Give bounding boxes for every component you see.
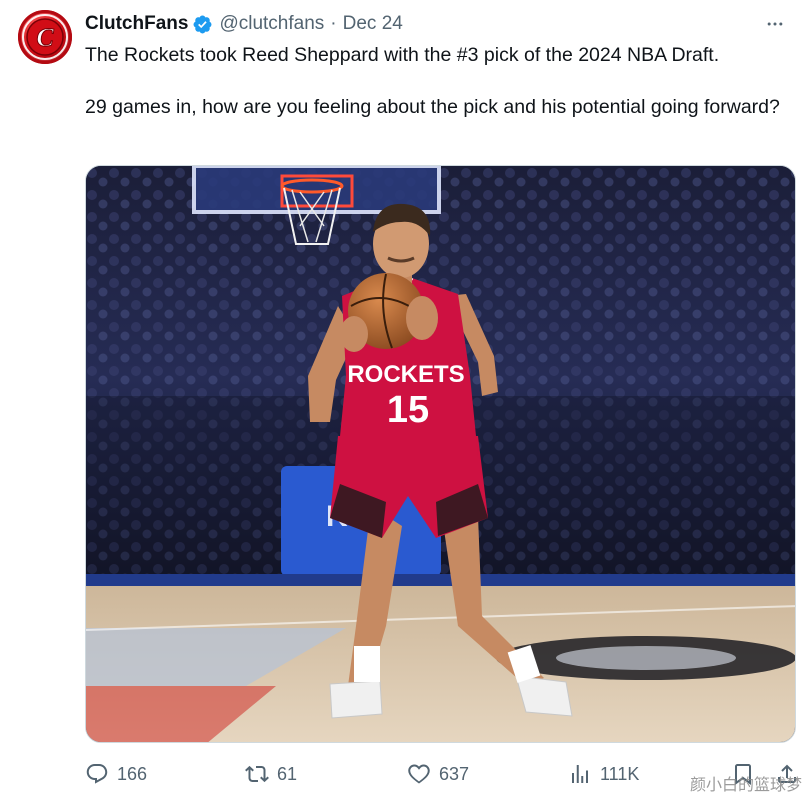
watermark-text: 颜小白的篮球梦 [689, 775, 802, 794]
svg-text:C: C [36, 23, 54, 52]
more-options-icon[interactable] [758, 12, 792, 36]
tweet-text-line-1: The Rockets took Reed Sheppard with the … [85, 44, 720, 66]
author-display-name[interactable]: ClutchFans [85, 13, 188, 35]
reply-icon [86, 764, 108, 784]
reply-count: 166 [117, 763, 148, 784]
tweet-actions-bar: 166 61 637 111K [85, 760, 796, 788]
clutchfans-logo-icon: C [22, 14, 68, 60]
svg-text:15: 15 [387, 389, 429, 431]
tweet-text-line-2: 29 games in, how are you feeling about t… [85, 96, 780, 118]
tweet-header: ClutchFans @clutchfans · Dec 24 [85, 12, 792, 36]
heart-icon [408, 764, 430, 784]
verified-badge-icon [192, 14, 213, 35]
author-avatar[interactable]: C [18, 10, 72, 64]
views-chart-icon [572, 765, 588, 783]
header-separator: · [330, 13, 337, 34]
reply-button[interactable]: 166 [85, 760, 147, 788]
like-button[interactable]: 637 [407, 760, 469, 788]
repost-icon [245, 765, 269, 783]
basketball-player-photo: K ROCKETS 15 [86, 166, 795, 742]
views-button[interactable]: 111K [568, 760, 639, 788]
tweet-date[interactable]: Dec 24 [343, 13, 403, 35]
tweet-body: The Rockets took Reed Sheppard with the … [85, 42, 795, 120]
svg-text:ROCKETS: ROCKETS [347, 361, 464, 388]
author-handle[interactable]: @clutchfans [219, 13, 324, 35]
tweet-media-photo[interactable]: K ROCKETS 15 [85, 165, 796, 743]
views-count: 111K [600, 763, 640, 784]
like-count: 637 [439, 763, 470, 784]
repost-count: 61 [277, 763, 298, 784]
repost-button[interactable]: 61 [245, 760, 297, 788]
